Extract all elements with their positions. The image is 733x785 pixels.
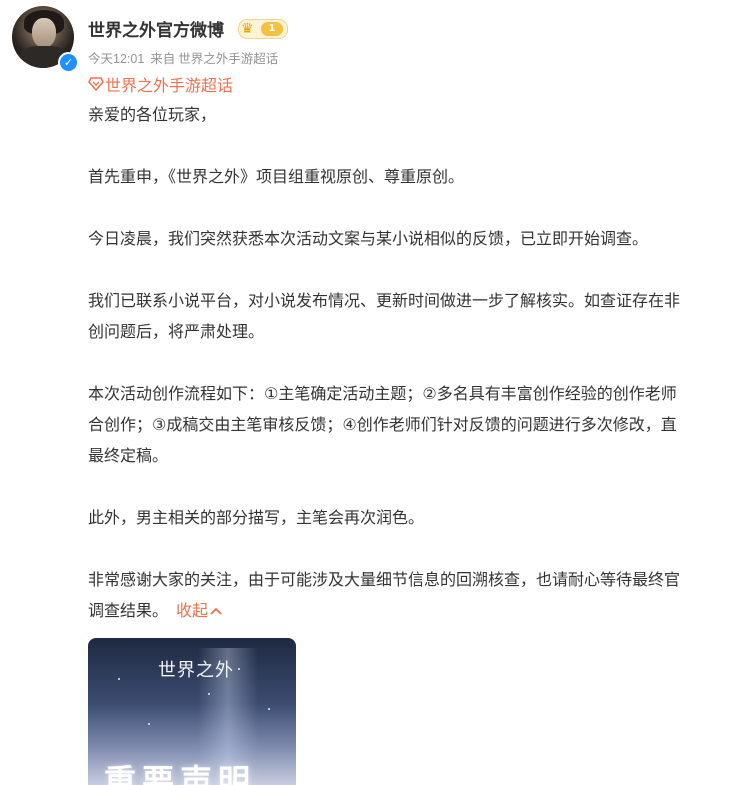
supertopic-label: 世界之外手游超话	[105, 78, 234, 95]
supertopic-diamond-icon	[88, 77, 104, 91]
image-logo: 世界之外	[158, 660, 234, 681]
post-source[interactable]: 世界之外手游超话	[178, 52, 278, 66]
content-line: 此外，男主相关的部分描写，主笔会再次润色。	[88, 510, 425, 527]
level-number: 1	[261, 22, 283, 36]
image-star	[238, 668, 240, 670]
verified-check-icon: ✓	[58, 52, 79, 73]
chevron-up-icon	[210, 607, 222, 615]
image-star	[118, 678, 120, 680]
post-content: 亲爱的各位玩家， 首先重申，《世界之外》项目组重视原创、尊重原创。今日凌晨，我们突…	[88, 100, 733, 627]
image-headline: 重要声明	[104, 762, 257, 785]
collapse-button[interactable]: 收起	[176, 603, 222, 620]
avatar-face	[32, 18, 56, 48]
content-line: 我们已联系小说平台，对小说发布情况、更新时间做进一步了解核实。如查证存在非	[88, 293, 681, 310]
image-star	[148, 723, 150, 725]
content-line: 合创作；③成稿交由主笔审核反馈；④创作老师们针对反馈的问题进行多次修改，直	[88, 417, 677, 434]
post-time[interactable]: 今天12:01	[88, 52, 144, 66]
source-prefix: 来自	[150, 52, 176, 66]
author-name[interactable]: 世界之外官方微博	[88, 16, 224, 41]
crown-icon: ♛	[241, 21, 254, 37]
content-line: 最终定稿。	[88, 448, 169, 465]
content-line: 今日凌晨，我们突然获悉本次活动文案与某小说相似的反馈，已立即开始调查。	[88, 231, 649, 248]
post-meta: 今天12:01 来自 世界之外手游超话	[88, 48, 284, 67]
supertopic-link[interactable]: 世界之外手游超话	[88, 72, 233, 96]
level-badge[interactable]: ♛ 1	[238, 19, 288, 39]
content-line: 非常感谢大家的关注，由于可能涉及大量细节信息的回溯核查，也请耐心等待最终官	[88, 572, 681, 589]
post-image[interactable]: 世界之外 重要声明	[88, 638, 296, 785]
content-line: 亲爱的各位玩家，	[88, 107, 217, 124]
content-line: 创问题后，将严肃处理。	[88, 324, 265, 341]
content-line: 本次活动创作流程如下：①主笔确定活动主题；②多名具有丰富创作经验的创作老师	[88, 386, 677, 403]
collapse-label: 收起	[176, 603, 209, 620]
content-line: 调查结果。 收起	[88, 596, 733, 627]
image-star	[208, 693, 210, 695]
content-line: 首先重申，《世界之外》项目组重视原创、尊重原创。	[88, 169, 465, 186]
image-star	[268, 708, 270, 710]
